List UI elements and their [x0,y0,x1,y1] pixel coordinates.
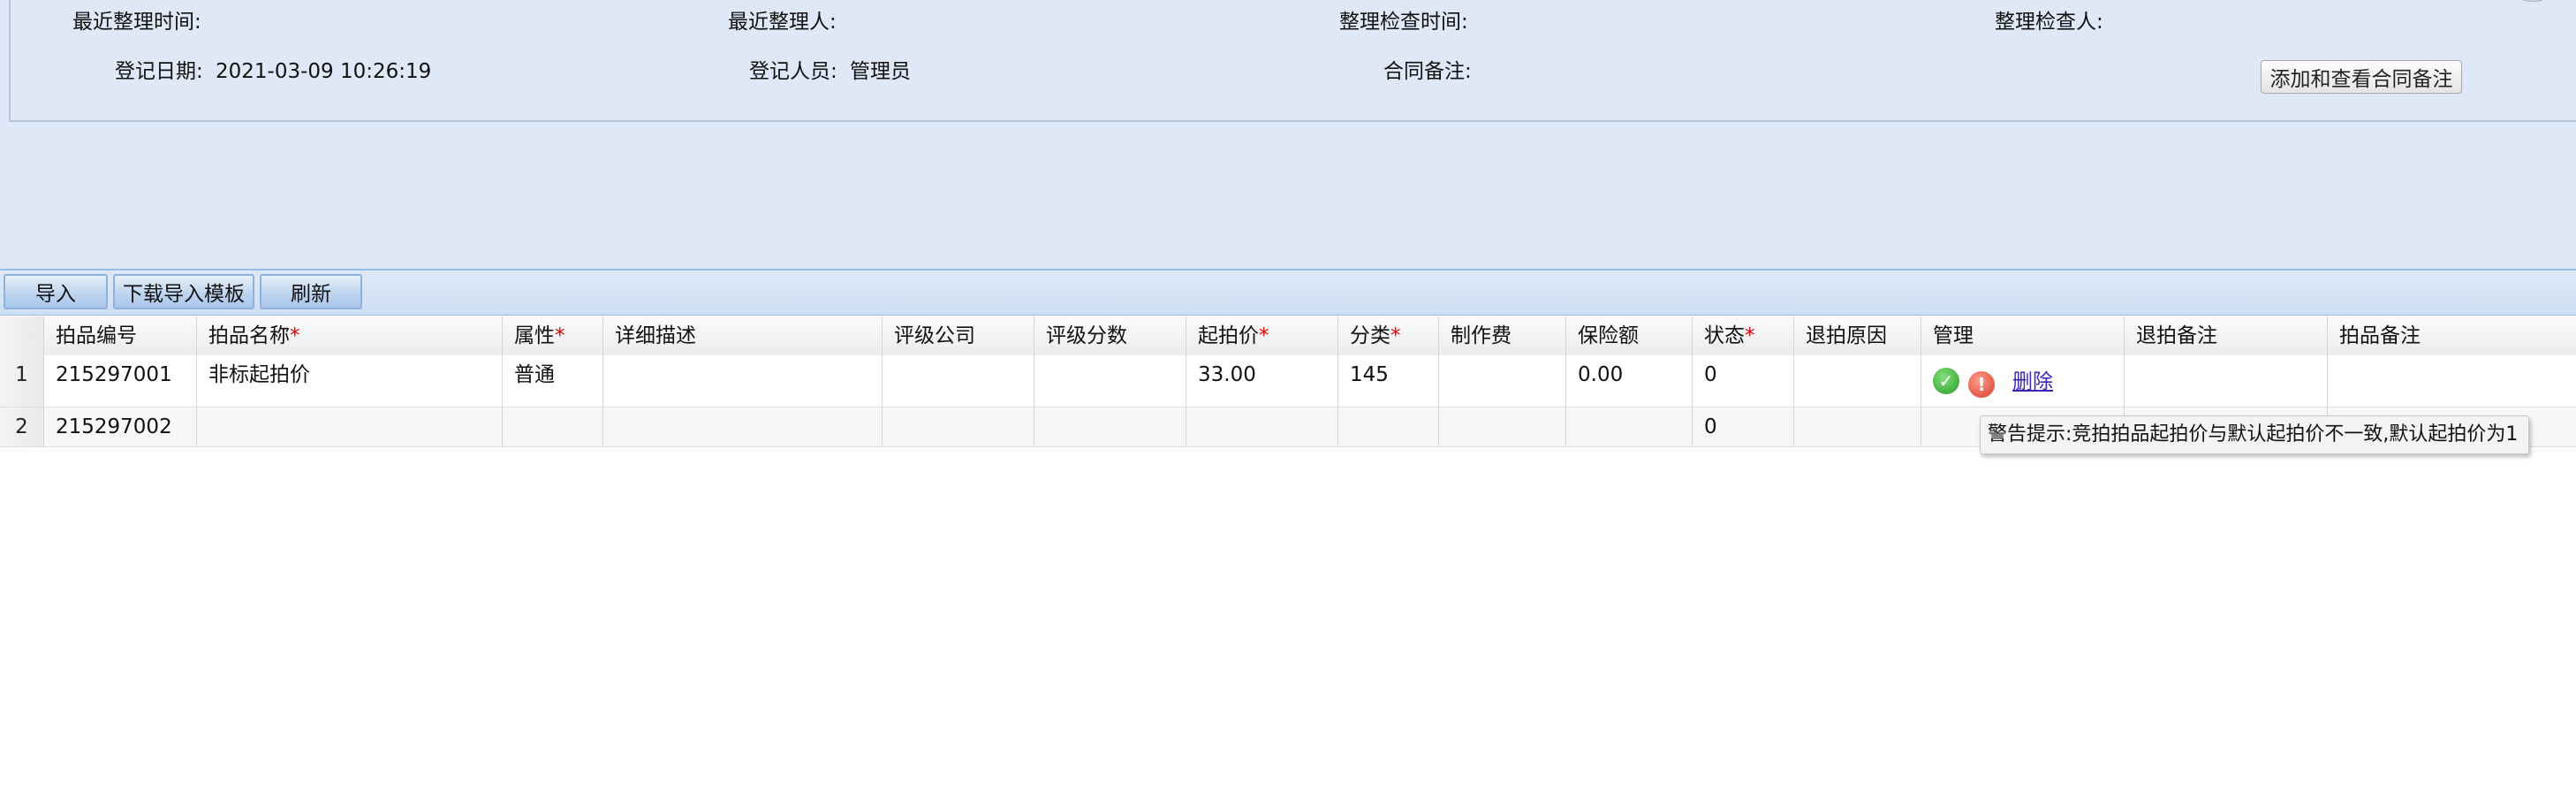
reg-date-label: 登记日期: [115,60,203,83]
info-panel: 最近整理时间: 最近整理人: 整理检查时间: 整理检查人: 登记日期: 2021… [0,0,2576,270]
cell-lot-name[interactable] [197,407,503,446]
cell-attr[interactable]: 普通 [503,355,603,407]
cell-lot-no[interactable]: 215297001 [44,355,197,407]
cell-start-price[interactable] [1186,407,1338,446]
col-header-lot-no[interactable]: 拍品编号 [44,316,197,355]
cell-rating-company[interactable] [883,355,1034,407]
cell-insurance[interactable]: 0.00 [1566,355,1693,407]
refresh-button[interactable]: 刷新 [260,274,362,309]
rownum-header [0,316,44,355]
col-header-withdraw-reason[interactable]: 退拍原因 [1794,316,1921,355]
cell-start-price[interactable]: 33.00 [1186,355,1338,407]
cell-withdraw-note[interactable] [2125,355,2328,407]
cell-rating-score[interactable] [1034,407,1186,446]
grid-toolbar: 导入 下载导入模板 刷新 [0,270,2576,316]
col-header-insurance[interactable]: 保险额 [1566,316,1693,355]
col-header-start-price[interactable]: 起拍价* [1186,316,1338,355]
cell-category[interactable] [1338,407,1439,446]
cell-status[interactable]: 0 [1693,407,1794,446]
cell-desc[interactable] [603,407,883,446]
col-header-status[interactable]: 状态* [1693,316,1794,355]
col-header-manage[interactable]: 管理 [1921,316,2125,355]
grid-header: 拍品编号 拍品名称* 属性* 详细描述 评级公司 评级分数 起拍价* 分类* 制… [0,316,2576,356]
cell-attr[interactable] [503,407,603,446]
col-header-rating-company[interactable]: 评级公司 [883,316,1034,355]
download-template-button[interactable]: 下载导入模板 [113,274,254,309]
exclamation-circle-icon[interactable]: ! [1968,371,1995,398]
cell-making-fee[interactable] [1439,407,1566,446]
row-number: 1 [0,355,44,407]
cell-rating-company[interactable] [883,407,1034,446]
cell-withdraw-reason[interactable] [1794,355,1921,407]
col-header-rating-score[interactable]: 评级分数 [1034,316,1186,355]
cell-rating-score[interactable] [1034,355,1186,407]
cell-insurance[interactable] [1566,407,1693,446]
cell-lot-no[interactable]: 215297002 [44,407,197,446]
reg-person-value: 管理员 [850,60,911,83]
reg-person-label: 登记人员: [749,60,837,83]
import-button[interactable]: 导入 [4,274,108,309]
cell-category[interactable]: 145 [1338,355,1439,407]
col-header-category[interactable]: 分类* [1338,316,1439,355]
cell-making-fee[interactable] [1439,355,1566,407]
col-header-desc[interactable]: 详细描述 [603,316,883,355]
contract-note-label: 合同备注: [1383,60,1472,83]
org-check-time-label: 整理检查时间: [1339,11,1468,34]
cell-desc[interactable] [603,355,883,407]
col-header-attr[interactable]: 属性* [503,316,603,355]
contract-note-button[interactable]: 添加和查看合同备注 [2261,60,2462,94]
cell-status[interactable]: 0 [1693,355,1794,407]
cell-lot-name[interactable]: 非标起拍价 [197,355,503,407]
col-header-lot-note[interactable]: 拍品备注 [2328,316,2576,355]
check-circle-icon[interactable]: ✓ [1933,368,1959,394]
info-fieldset: 最近整理时间: 最近整理人: 整理检查时间: 整理检查人: 登记日期: 2021… [9,0,2576,122]
delete-link[interactable]: 删除 [2012,368,2053,396]
col-header-withdraw-note[interactable]: 退拍备注 [2125,316,2328,355]
warning-tooltip: 警告提示:竞拍拍品起拍价与默认起拍价不一致,默认起拍价为1 [1980,415,2529,454]
col-header-lot-name[interactable]: 拍品名称* [197,316,503,355]
row-number: 2 [0,407,44,446]
last-org-time-label: 最近整理时间: [72,11,201,34]
reg-date-value: 2021-03-09 10:26:19 [216,60,432,83]
cell-withdraw-reason[interactable] [1794,407,1921,446]
org-checker-label: 整理检查人: [1995,11,2103,34]
last-org-person-label: 最近整理人: [728,11,837,34]
table-row[interactable]: 1 215297001 非标起拍价 普通 33.00 145 0.00 0 ✓ … [0,355,2576,407]
cell-lot-note[interactable] [2328,355,2576,407]
col-header-making-fee[interactable]: 制作费 [1439,316,1566,355]
